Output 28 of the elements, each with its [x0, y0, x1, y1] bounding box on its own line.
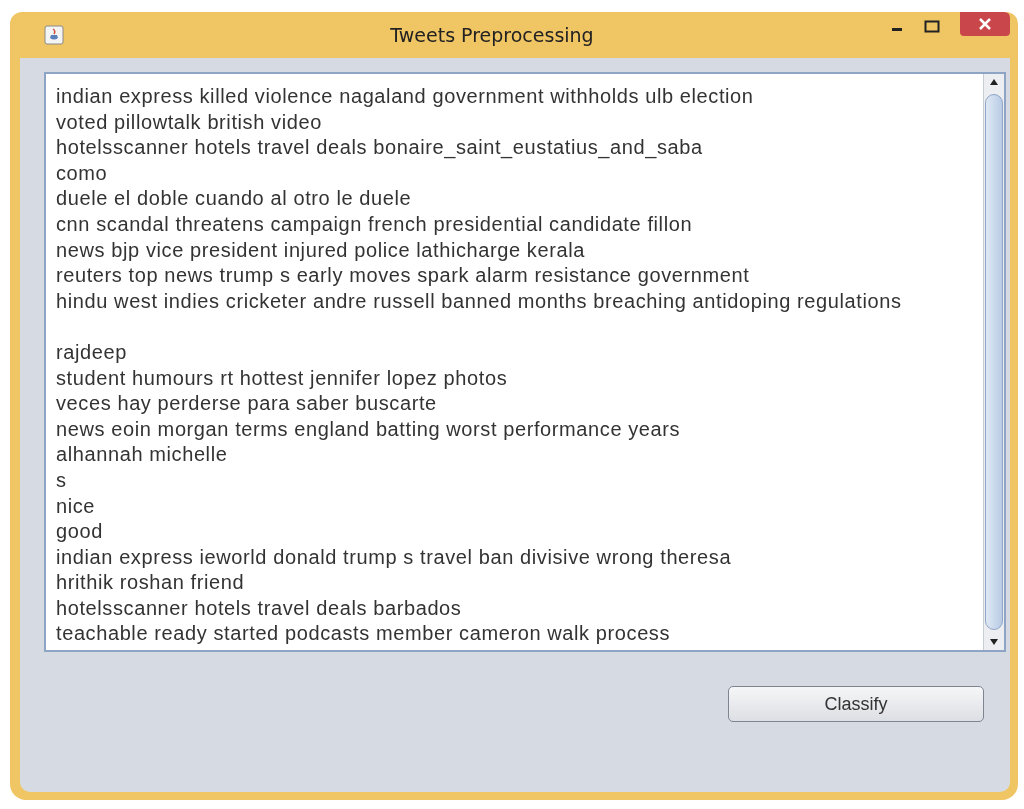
- classify-button[interactable]: Classify: [728, 686, 984, 722]
- maximize-icon[interactable]: [924, 20, 940, 34]
- text-area[interactable]: [44, 72, 1006, 652]
- text-line: duele el doble cuando al otro le duele: [56, 186, 412, 212]
- text-line: nice: [56, 493, 96, 519]
- text-line: veces hay perderse para saber buscarte: [56, 391, 437, 417]
- close-icon[interactable]: [960, 12, 1010, 36]
- text-line: student humours rt hottest jennifer lopez photos: [56, 365, 508, 391]
- scrollbar-thumb[interactable]: [985, 94, 1003, 630]
- text-line: indian express ieworld donald trump s travel ban divisive wrong theresa: [56, 544, 732, 570]
- text-line: rajdeep: [56, 339, 127, 365]
- text-line: s: [56, 467, 67, 493]
- text-line: alhannah michelle: [56, 442, 228, 468]
- text-line: hrithik roshan friend: [56, 570, 245, 596]
- text-line: hotelsscanner hotels travel deals bonaire_saint_eustatius_and_saba: [56, 135, 703, 161]
- text-line: voted pillowtalk british video: [56, 109, 322, 135]
- text-line: teachable ready started podcasts member cameron walk process: [56, 621, 671, 647]
- text-line: como: [56, 160, 108, 186]
- app-icon: [44, 25, 64, 45]
- text-line: hotelsscanner hotels travel deals barbados: [56, 595, 462, 621]
- text-line: good: [56, 519, 103, 545]
- text-line: reuters top news trump s early moves spark alarm resistance government: [56, 263, 750, 289]
- text-line: news eoin morgan terms england batting worst performance years: [56, 416, 681, 442]
- text-line: indian express killed violence nagaland government withholds ulb election: [56, 84, 754, 109]
- text-line: hindu west indies cricketer andre russell banned months breaching antidoping regulations: [56, 288, 902, 314]
- window-title: Tweets Preprocessing: [389, 24, 595, 46]
- text-line: cnn scandal threatens campaign french presidential candidate fillon: [56, 211, 693, 237]
- text-line: news bjp vice president injured police lathicharge kerala: [56, 237, 585, 263]
